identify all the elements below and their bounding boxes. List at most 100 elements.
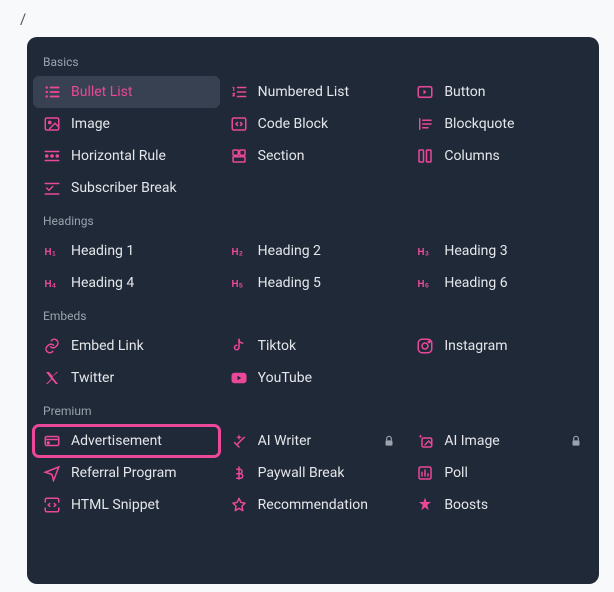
item-label: Instagram (444, 338, 507, 354)
item-label: Horizontal Rule (71, 148, 166, 164)
item-label: Bullet List (71, 84, 132, 100)
item-label: AI Writer (258, 433, 312, 449)
embeds-title: Embeds (27, 299, 599, 330)
block-insert-panel[interactable]: Basics Bullet List Numbered List Button … (27, 37, 599, 584)
item-recommendation[interactable]: Recommendation (220, 489, 407, 521)
item-label: YouTube (258, 370, 312, 386)
youtube-icon (230, 369, 248, 387)
item-heading-5[interactable]: Heading 5 (220, 267, 407, 299)
paywall-icon (230, 464, 248, 482)
heading1-icon (43, 242, 61, 260)
item-image[interactable]: Image (33, 108, 220, 140)
item-numbered-list[interactable]: Numbered List (220, 76, 407, 108)
item-paywall-break[interactable]: Paywall Break (220, 457, 407, 489)
item-columns[interactable]: Columns (406, 140, 593, 172)
item-label: Blockquote (444, 116, 514, 132)
item-label: Columns (444, 148, 499, 164)
item-label: Code Block (258, 116, 328, 132)
item-label: Heading 6 (444, 275, 507, 291)
item-label: Heading 4 (71, 275, 134, 291)
item-label: Advertisement (71, 433, 162, 449)
item-label: Referral Program (71, 465, 177, 481)
numbered-list-icon (230, 83, 248, 101)
recommendation-icon (230, 496, 248, 514)
item-html-snippet[interactable]: HTML Snippet (33, 489, 220, 521)
advertisement-icon (43, 432, 61, 450)
image-icon (43, 115, 61, 133)
basics-title: Basics (27, 51, 599, 76)
item-ai-image[interactable]: AI Image (406, 425, 593, 457)
heading3-icon (416, 242, 434, 260)
item-heading-6[interactable]: Heading 6 (406, 267, 593, 299)
item-embed-link[interactable]: Embed Link (33, 330, 220, 362)
premium-title: Premium (27, 394, 599, 425)
item-label: Subscriber Break (71, 180, 177, 196)
item-heading-3[interactable]: Heading 3 (406, 235, 593, 267)
premium-grid: Advertisement AI Writer AI Image Referra… (27, 425, 599, 521)
item-tiktok[interactable]: Tiktok (220, 330, 407, 362)
item-heading-1[interactable]: Heading 1 (33, 235, 220, 267)
bullet-list-icon (43, 83, 61, 101)
item-boosts[interactable]: Boosts (406, 489, 593, 521)
blockquote-icon (416, 115, 434, 133)
item-button[interactable]: Button (406, 76, 593, 108)
link-icon (43, 337, 61, 355)
item-label: Paywall Break (258, 465, 345, 481)
item-label: Heading 5 (258, 275, 321, 291)
subscriber-break-icon (43, 179, 61, 197)
item-label: Tiktok (258, 338, 296, 354)
item-poll[interactable]: Poll (406, 457, 593, 489)
horizontal-rule-icon (43, 147, 61, 165)
poll-icon (416, 464, 434, 482)
twitter-icon (43, 369, 61, 387)
item-twitter[interactable]: Twitter (33, 362, 220, 394)
item-ai-writer[interactable]: AI Writer (220, 425, 407, 457)
code-block-icon (230, 115, 248, 133)
item-blockquote[interactable]: Blockquote (406, 108, 593, 140)
item-label: Heading 1 (71, 243, 134, 259)
instagram-icon (416, 337, 434, 355)
heading4-icon (43, 274, 61, 292)
section-icon (230, 147, 248, 165)
item-label: AI Image (444, 433, 499, 449)
item-heading-2[interactable]: Heading 2 (220, 235, 407, 267)
item-label: Recommendation (258, 497, 368, 513)
item-horizontal-rule[interactable]: Horizontal Rule (33, 140, 220, 172)
ai-image-icon (416, 432, 434, 450)
item-code-block[interactable]: Code Block (220, 108, 407, 140)
html-snippet-icon (43, 496, 61, 514)
item-heading-4[interactable]: Heading 4 (33, 267, 220, 299)
item-youtube[interactable]: YouTube (220, 362, 407, 394)
tiktok-icon (230, 337, 248, 355)
item-label: Numbered List (258, 84, 349, 100)
item-label: Heading 2 (258, 243, 321, 259)
item-label: HTML Snippet (71, 497, 160, 513)
button-icon (416, 83, 434, 101)
item-label: Image (71, 116, 110, 132)
heading2-icon (230, 242, 248, 260)
lock-icon (382, 434, 396, 448)
embeds-grid: Embed Link Tiktok Instagram Twitter YouT… (27, 330, 599, 394)
item-label: Button (444, 84, 485, 100)
item-label: Twitter (71, 370, 114, 386)
boosts-icon (416, 496, 434, 514)
headings-grid: Heading 1 Heading 2 Heading 3 Heading 4 … (27, 235, 599, 299)
item-instagram[interactable]: Instagram (406, 330, 593, 362)
lock-icon (569, 434, 583, 448)
referral-icon (43, 464, 61, 482)
item-subscriber-break[interactable]: Subscriber Break (33, 172, 220, 204)
item-label: Poll (444, 465, 468, 481)
item-advertisement[interactable]: Advertisement (33, 425, 220, 457)
item-section[interactable]: Section (220, 140, 407, 172)
headings-title: Headings (27, 204, 599, 235)
item-referral-program[interactable]: Referral Program (33, 457, 220, 489)
item-label: Section (258, 148, 305, 164)
item-label: Heading 3 (444, 243, 507, 259)
heading6-icon (416, 274, 434, 292)
slash-trigger: / (20, 10, 26, 28)
ai-writer-icon (230, 432, 248, 450)
basics-grid: Bullet List Numbered List Button Image C… (27, 76, 599, 204)
item-bullet-list[interactable]: Bullet List (33, 76, 220, 108)
item-label: Boosts (444, 497, 488, 513)
columns-icon (416, 147, 434, 165)
